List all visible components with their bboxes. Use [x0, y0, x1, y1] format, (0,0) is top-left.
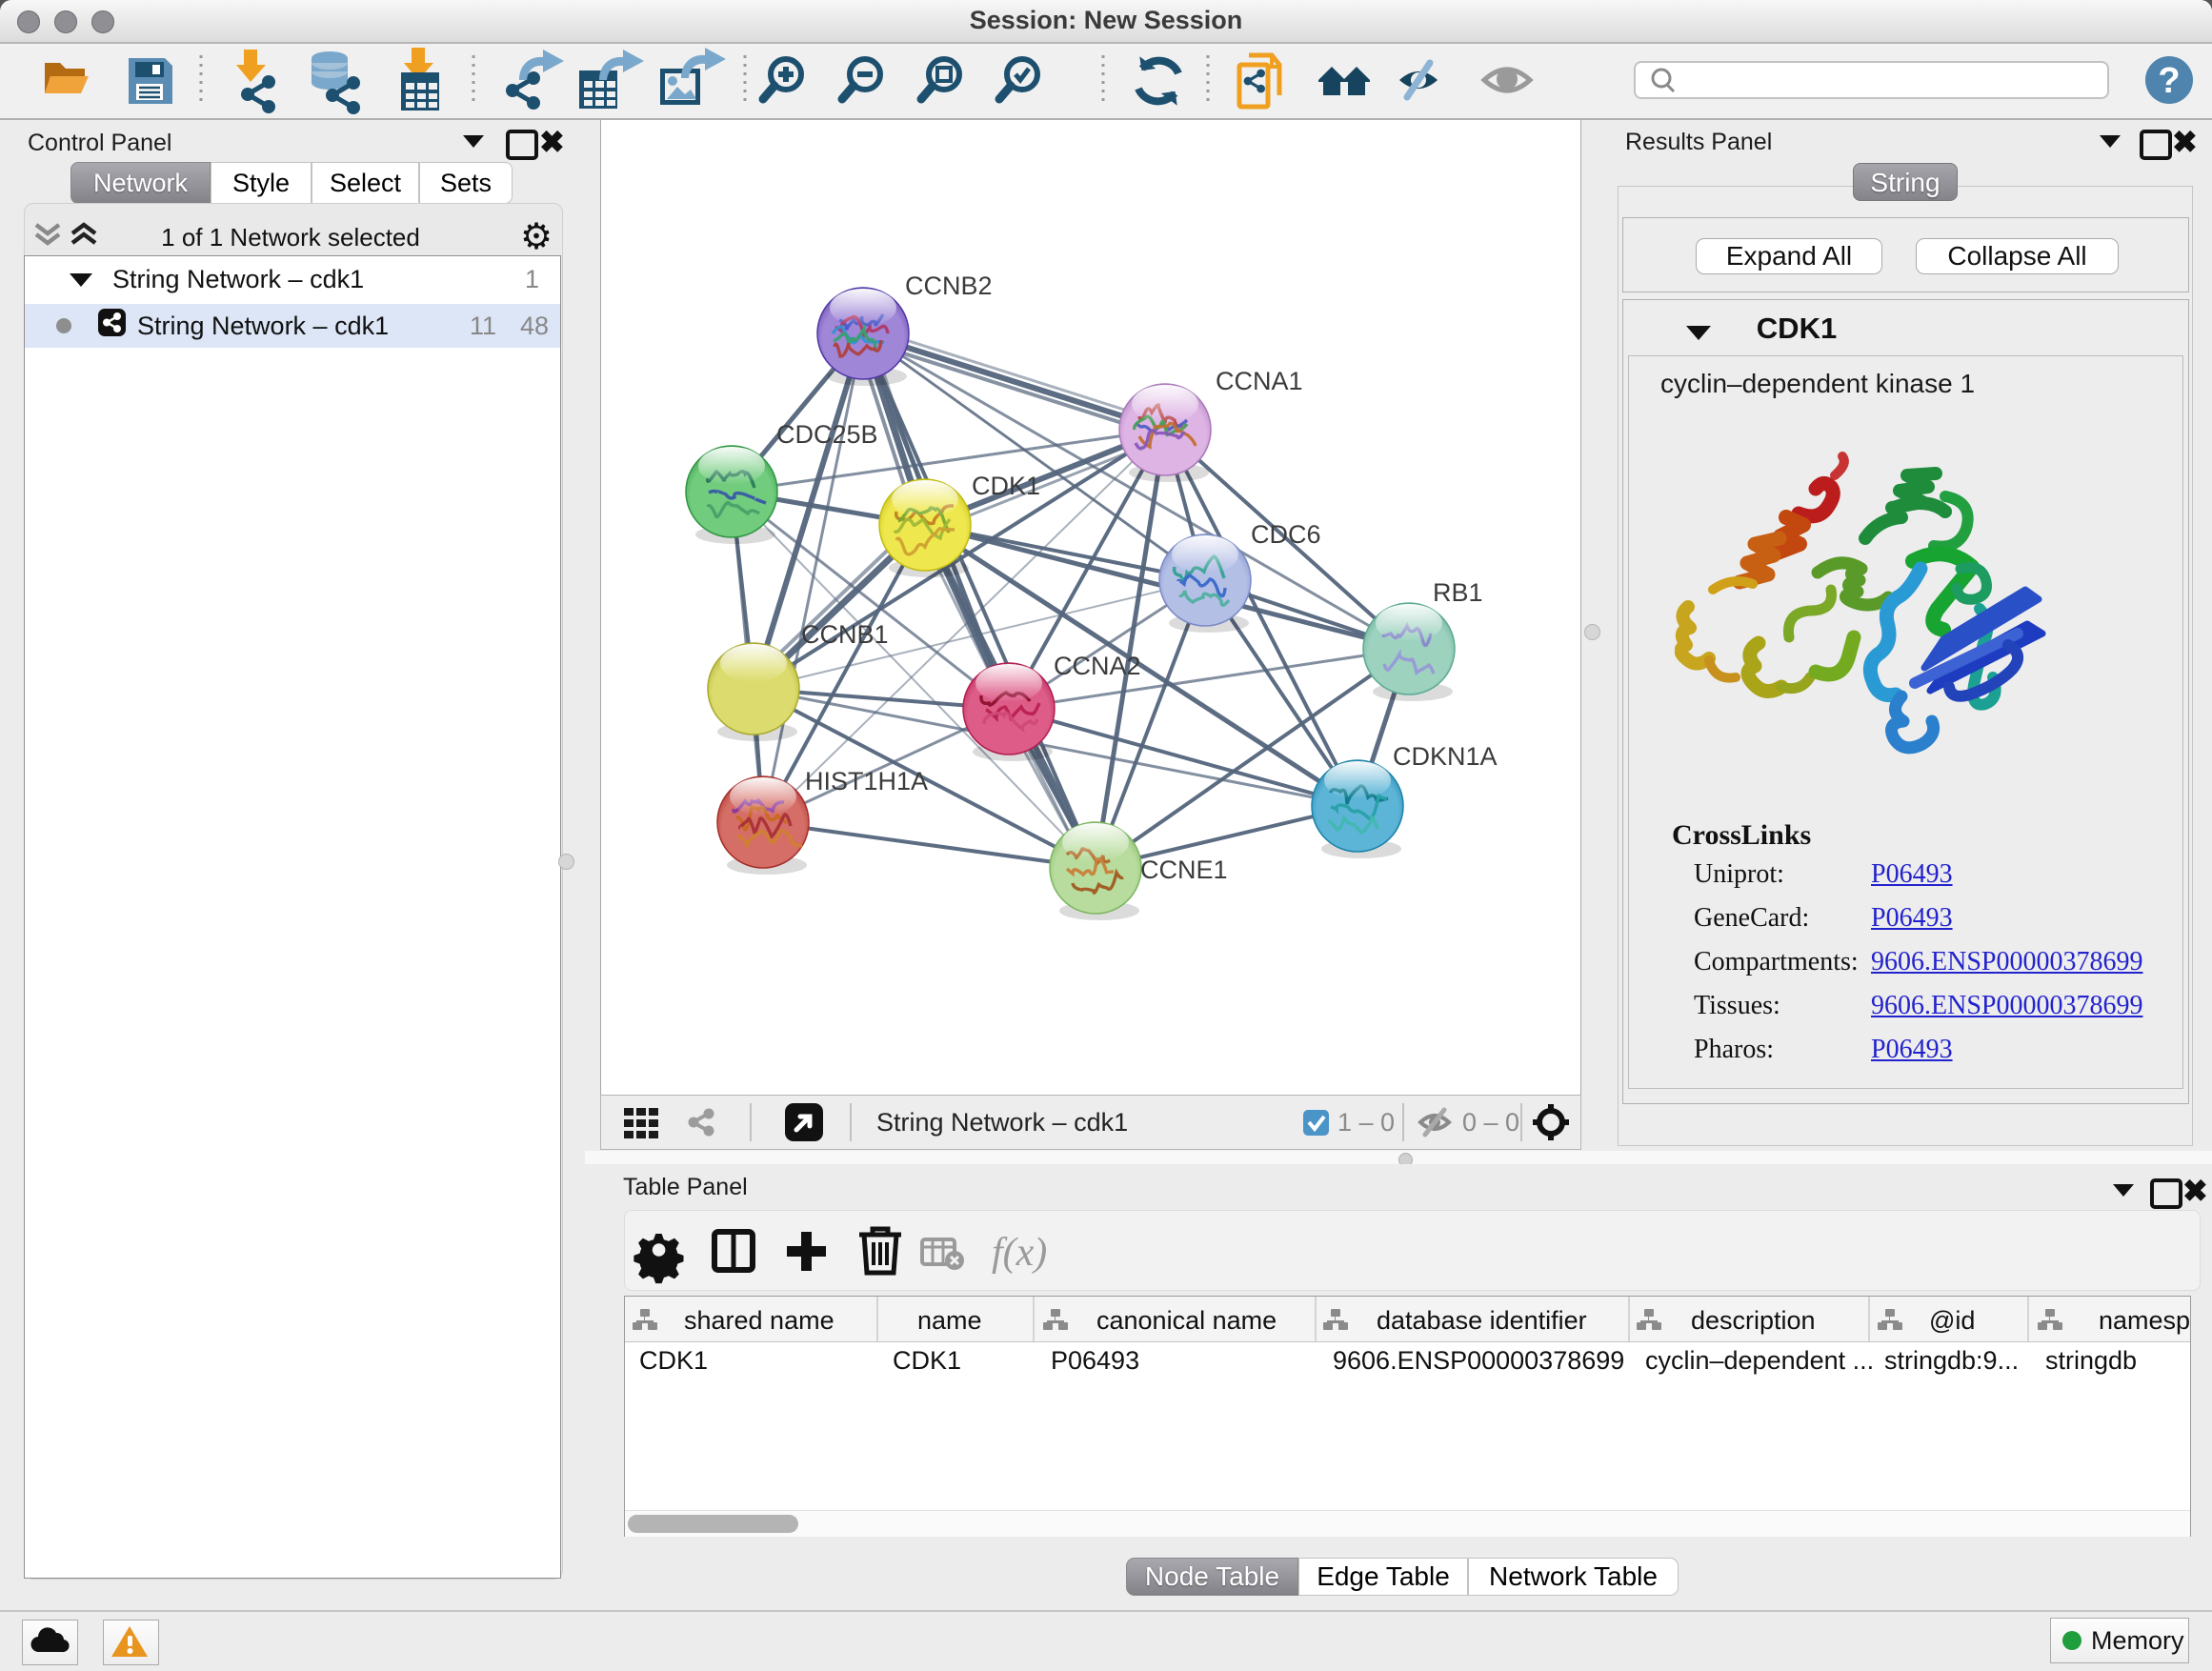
svg-text:?: ? — [2158, 61, 2180, 101]
svg-text:CDK1: CDK1 — [893, 1346, 961, 1375]
svg-text:f(x): f(x) — [992, 1231, 1047, 1275]
svg-text:P06493: P06493 — [1051, 1346, 1139, 1375]
svg-text:shared name: shared name — [684, 1306, 835, 1335]
svg-text:CDC6: CDC6 — [1251, 520, 1321, 549]
svg-text:CCNE1: CCNE1 — [1140, 856, 1228, 884]
svg-text:namespac: namespac — [2099, 1306, 2190, 1335]
svg-text:CCNA2: CCNA2 — [1054, 652, 1141, 680]
svg-text:CDKN1A: CDKN1A — [1393, 742, 1498, 771]
svg-text:stringdb:9...: stringdb:9... — [1884, 1346, 2019, 1375]
svg-text:CCNB2: CCNB2 — [905, 272, 993, 300]
svg-text:cyclin–dependent ...: cyclin–dependent ... — [1645, 1346, 1874, 1375]
svg-text:CDK1: CDK1 — [972, 472, 1040, 500]
svg-text:description: description — [1691, 1306, 1816, 1335]
svg-text:name: name — [917, 1306, 982, 1335]
svg-text:canonical name: canonical name — [1096, 1306, 1277, 1335]
svg-text:RB1: RB1 — [1433, 578, 1483, 607]
svg-text:1 – 0: 1 – 0 — [1337, 1108, 1395, 1137]
svg-text:CDK1: CDK1 — [639, 1346, 708, 1375]
svg-text:String Network – cdk1: String Network – cdk1 — [876, 1108, 1128, 1137]
svg-text:9606.ENSP00000378699: 9606.ENSP00000378699 — [1333, 1346, 1624, 1375]
svg-text:CCNA1: CCNA1 — [1216, 367, 1303, 395]
svg-text:stringdb: stringdb — [2045, 1346, 2137, 1375]
svg-text:CCNB1: CCNB1 — [801, 620, 889, 649]
svg-text:CDC25B: CDC25B — [776, 420, 878, 449]
svg-text:database identifier: database identifier — [1377, 1306, 1587, 1335]
svg-text:0 – 0: 0 – 0 — [1462, 1108, 1519, 1137]
svg-text:HIST1H1A: HIST1H1A — [805, 767, 928, 795]
svg-text:@id: @id — [1929, 1306, 1975, 1335]
